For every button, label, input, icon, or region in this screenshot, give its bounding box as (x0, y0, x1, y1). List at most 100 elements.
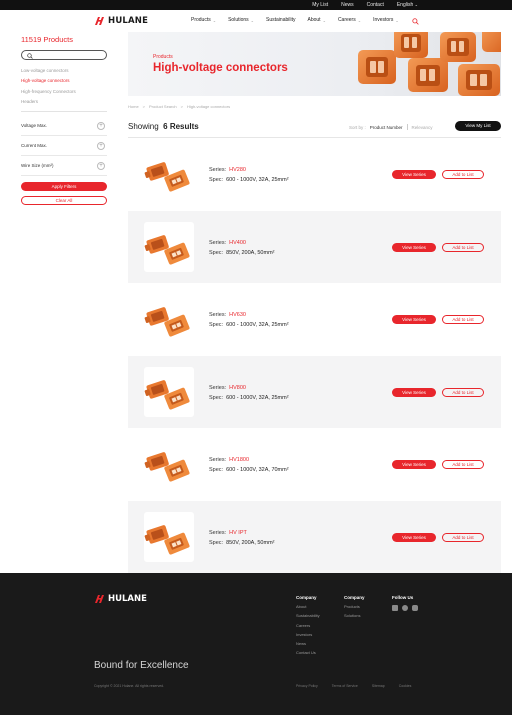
add-to-list-button[interactable]: Add to List (442, 315, 484, 324)
footer-link-careers[interactable]: Careers (296, 623, 320, 632)
plus-icon[interactable]: + (97, 161, 105, 170)
series-value: HV IPT (229, 529, 247, 536)
sitemap-link[interactable]: Sitemap (372, 684, 385, 688)
add-to-list-button[interactable]: Add to List (442, 170, 484, 179)
footer-logo[interactable]: HULANE (94, 594, 147, 604)
language-select[interactable]: English ⌄ (397, 2, 418, 8)
chevron-down-icon: ⌄ (212, 17, 217, 23)
spec-label: Spec: (209, 322, 224, 328)
product-spec: Spec: 850V, 200A, 50mm² (209, 540, 275, 546)
hero-kicker: Products (153, 54, 173, 60)
product-row: Series: HV400 Spec: 850V, 200A, 50mm² View S… (128, 210, 501, 283)
nav-label: Products (191, 17, 211, 23)
legal-links: Privacy Policy Terms of Service Sitemap … (296, 684, 411, 688)
footer-link-news[interactable]: News (296, 641, 320, 650)
brand-logo[interactable]: HULANE (94, 16, 148, 26)
plus-icon[interactable]: + (97, 121, 105, 130)
product-thumbnail[interactable] (144, 294, 194, 344)
view-my-list-button[interactable]: View My List (455, 121, 501, 131)
product-thumbnail[interactable] (144, 366, 194, 417)
series-label: Series: (209, 384, 227, 391)
view-series-button[interactable]: View Series (392, 460, 436, 469)
footer-link-products[interactable]: Products (344, 604, 365, 613)
footer-link-sustainability[interactable]: Sustainability (296, 613, 320, 622)
sort-option-relevancy[interactable]: Relevancy (412, 125, 433, 130)
view-series-button[interactable]: View Series (392, 315, 436, 324)
contact-link[interactable]: Contact (367, 2, 384, 8)
spec-value: 600 - 1000V, 32A, 70mm² (226, 467, 289, 473)
add-to-list-button[interactable]: Add to List (442, 460, 484, 469)
plus-icon[interactable]: + (97, 141, 105, 150)
nav-label: Investors (373, 17, 394, 23)
connector-image (144, 234, 190, 265)
breadcrumb-current: High-voltage connectors (186, 104, 231, 109)
category-headers[interactable]: Headers (21, 97, 107, 107)
nav-products[interactable]: Products ⌄ (191, 17, 216, 23)
breadcrumb-home[interactable]: Home (128, 104, 139, 109)
filter-voltage-max[interactable]: Voltage Max. + (21, 116, 107, 137)
series-label: Series: (209, 167, 227, 173)
breadcrumb-product-search[interactable]: Product Search (149, 104, 177, 109)
my-list-link[interactable]: My List (312, 2, 328, 8)
footer-column-company: Company About Sustainability Careers Inv… (296, 595, 320, 660)
language-label: English (396, 2, 414, 8)
category-low-voltage[interactable]: Low-voltage connectors (21, 66, 107, 76)
brand-wordmark: HULANE (108, 16, 149, 26)
spec-value: 850V, 200A, 50mm² (226, 249, 275, 256)
cookies-link[interactable]: Cookies (399, 684, 412, 688)
footer-link-solutions[interactable]: Solutions (344, 613, 365, 622)
apply-filters-button[interactable]: Apply Filters (21, 182, 107, 192)
social-links (392, 605, 418, 611)
terms-link[interactable]: Terms of Service (332, 684, 358, 688)
connector-image (144, 524, 190, 555)
filter-current-max[interactable]: Current Max. + (21, 136, 107, 157)
filter-wire-size[interactable]: Wire Size (mm²) + (21, 156, 107, 177)
product-thumbnail[interactable] (144, 149, 194, 199)
series-label: Series: (209, 312, 227, 318)
view-series-button[interactable]: View Series (392, 242, 436, 252)
product-series: Series: HV400 (209, 240, 246, 246)
hulane-logo-icon (95, 595, 104, 603)
privacy-policy-link[interactable]: Privacy Policy (296, 684, 318, 688)
nav-sustainability[interactable]: Sustainability (266, 17, 295, 23)
footer-link-investors[interactable]: Investors (296, 632, 320, 641)
footer-link-about[interactable]: About (296, 604, 320, 613)
add-to-list-button[interactable]: Add to List (442, 387, 484, 397)
youtube-icon[interactable] (412, 605, 418, 611)
spec-label: Spec: (209, 539, 224, 546)
category-high-voltage[interactable]: High-voltage connectors (21, 76, 107, 86)
site-footer: HULANE Company About Sustainability Care… (0, 573, 512, 715)
utility-bar: My List News Contact English ⌄ (0, 0, 512, 10)
footer-wordmark: HULANE (108, 594, 147, 604)
linkedin-icon[interactable] (392, 605, 398, 611)
footer-link-contact[interactable]: Contact Us (296, 650, 320, 659)
nav-investors[interactable]: Investors ⌄ (373, 17, 399, 23)
clear-all-button[interactable]: Clear All (21, 196, 107, 206)
sort-option-product-number[interactable]: Product Number (370, 125, 403, 130)
view-series-button[interactable]: View Series (392, 170, 436, 179)
search-icon (27, 53, 33, 59)
filter-label: Current Max. (21, 143, 48, 149)
sort-control: Sort by : Product Number Relevancy (349, 124, 433, 130)
product-search-input[interactable] (21, 50, 107, 60)
divider (406, 124, 408, 130)
footer-tagline: Bound for Excellence (94, 660, 189, 671)
spec-value: 850V, 200A, 50mm² (226, 539, 275, 546)
nav-careers[interactable]: Careers ⌄ (338, 17, 361, 23)
news-link[interactable]: News (341, 2, 354, 8)
view-series-button[interactable]: View Series (392, 387, 436, 397)
product-thumbnail[interactable] (144, 439, 194, 489)
footer-column-social: Follow Us (392, 595, 418, 611)
search-icon[interactable] (412, 18, 419, 25)
view-series-button[interactable]: View Series (392, 532, 436, 542)
series-label: Series: (209, 457, 227, 463)
product-thumbnail[interactable] (144, 511, 194, 562)
nav-about[interactable]: About ⌄ (308, 17, 326, 23)
nav-solutions[interactable]: Solutions ⌄ (228, 17, 254, 23)
add-to-list-button[interactable]: Add to List (442, 532, 484, 542)
category-high-frequency[interactable]: High-frequency Connectors (21, 87, 107, 97)
footer-column-products: Company Products Solutions (344, 595, 365, 623)
product-thumbnail[interactable] (144, 221, 194, 272)
wechat-icon[interactable] (402, 605, 408, 611)
add-to-list-button[interactable]: Add to List (442, 242, 484, 252)
